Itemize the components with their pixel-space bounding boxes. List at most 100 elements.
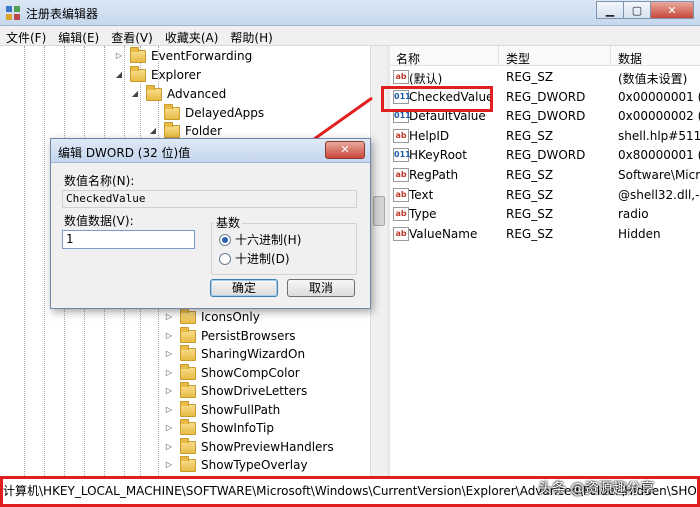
folder-icon: [180, 307, 196, 324]
value-data-cell: @shell32.dll,-30: [618, 187, 700, 202]
value-data-cell: Hidden: [618, 226, 661, 241]
minimize-button[interactable]: ▁: [596, 1, 624, 19]
menu-favorites[interactable]: 收藏夹(A): [159, 26, 225, 45]
column-header-data[interactable]: 数据: [618, 50, 642, 67]
tree-item-showtypeoverlay[interactable]: ▷ ShowTypeOverlay: [164, 455, 308, 474]
column-header-name[interactable]: 名称: [396, 50, 420, 67]
value-name-cell: RegPath: [409, 168, 459, 182]
base-label: 基数: [214, 214, 243, 231]
cancel-button[interactable]: 取消: [287, 279, 355, 297]
maximize-button[interactable]: ▢: [623, 1, 651, 19]
dialog-close-button[interactable]: ✕: [325, 141, 365, 159]
menu-edit[interactable]: 编辑(E): [52, 26, 105, 45]
tree-item-advanced[interactable]: ◢ Advanced: [130, 84, 226, 103]
tree-item-label: ShowCompColor: [201, 366, 300, 380]
collapsed-arrow-icon[interactable]: ▷: [164, 368, 174, 378]
list-row[interactable]: abText REG_SZ @shell32.dll,-30: [390, 186, 700, 206]
tree-item-eventforwarding[interactable]: ▷ EventForwarding: [114, 46, 252, 65]
folder-open-icon: [164, 121, 180, 138]
tree-item-label: ShowInfoTip: [201, 421, 275, 435]
collapsed-arrow-icon[interactable]: ▷: [164, 442, 174, 452]
menu-view[interactable]: 查看(V): [105, 26, 159, 45]
tree-item-explorer[interactable]: ◢ Explorer: [114, 65, 201, 84]
list-row[interactable]: ab ValueName REG_SZ Hidden: [390, 225, 700, 245]
expanded-arrow-icon[interactable]: ◢: [148, 126, 158, 136]
collapsed-arrow-icon[interactable]: ▷: [164, 312, 174, 322]
dialog-title-bar: 编辑 DWORD (32 位)值 ✕: [51, 139, 370, 163]
collapsed-arrow-icon[interactable]: ▷: [164, 423, 174, 433]
radio-hexadecimal[interactable]: 十六进制(H): [219, 231, 301, 248]
folder-icon: [180, 455, 196, 472]
value-name-field: CheckedValue: [62, 190, 357, 208]
tree-item-showinfotip[interactable]: ▷ ShowInfoTip: [164, 418, 275, 437]
folder-icon: [180, 363, 196, 380]
column-header-type[interactable]: 类型: [506, 50, 530, 67]
collapsed-arrow-icon[interactable]: ▷: [164, 405, 174, 415]
collapsed-arrow-icon[interactable]: ▷: [164, 331, 174, 341]
collapsed-arrow-icon[interactable]: ▷: [164, 386, 174, 396]
folder-icon: [180, 344, 196, 361]
close-button[interactable]: ✕: [650, 1, 694, 19]
value-type-cell: REG_SZ: [506, 128, 554, 143]
tree-item-showfullpath[interactable]: ▷ ShowFullPath: [164, 400, 281, 419]
title-bar: 注册表编辑器 ▁ ▢ ✕: [0, 0, 700, 26]
value-type-cell: REG_SZ: [506, 207, 554, 222]
tree-item-showcompcolor[interactable]: ▷ ShowCompColor: [164, 363, 300, 382]
list-row[interactable]: abHelpID REG_SZ shell.hlp#51105: [390, 127, 700, 147]
string-value-icon: ab: [393, 207, 409, 222]
string-value-icon: ab: [393, 226, 409, 241]
tree-guide-line: [24, 46, 25, 476]
list-row[interactable]: ab (默认) REG_SZ (数值未设置): [390, 68, 700, 88]
tree-item-label: PersistBrowsers: [201, 329, 296, 343]
folder-icon: [180, 400, 196, 417]
expanded-arrow-icon[interactable]: ◢: [114, 70, 124, 80]
ok-button[interactable]: 确定: [210, 279, 278, 297]
column-separator[interactable]: [610, 46, 611, 66]
folder-open-icon: [146, 84, 162, 101]
tree-item-label: ShowFullPath: [201, 403, 281, 417]
menu-help[interactable]: 帮助(H): [224, 26, 278, 45]
value-type-cell: REG_SZ: [506, 187, 554, 202]
collapsed-arrow-icon[interactable]: ▷: [114, 51, 124, 61]
tree-item-label: SharingWizardOn: [201, 347, 306, 361]
value-type-cell: REG_SZ: [506, 168, 554, 182]
folder-open-icon: [130, 65, 146, 82]
tree-item-showpreviewhandlers[interactable]: ▷ ShowPreviewHandlers: [164, 437, 334, 456]
tree-item-showdriveletters[interactable]: ▷ ShowDriveLetters: [164, 381, 307, 400]
radio-unselected-icon[interactable]: [219, 252, 231, 265]
expanded-arrow-icon[interactable]: ◢: [130, 89, 140, 99]
window-controls: ▁ ▢ ✕: [596, 1, 694, 19]
string-value-icon: ab: [393, 168, 409, 182]
value-name-cell: ValueName: [409, 226, 478, 241]
value-type-cell: REG_SZ: [506, 226, 554, 241]
value-name-cell: (默认): [409, 72, 443, 86]
tree-item-delayedapps[interactable]: DelayedApps: [148, 103, 264, 122]
radio-selected-icon[interactable]: [219, 233, 231, 246]
value-name-cell: HKeyRoot: [409, 148, 467, 163]
tree-item-label: IconsOnly: [201, 310, 260, 324]
list-row[interactable]: ab Type REG_SZ radio: [390, 205, 700, 225]
value-data-cell: (数值未设置): [618, 72, 688, 86]
list-row[interactable]: ab RegPath REG_SZ Software\Micro: [390, 166, 700, 186]
tree-item-iconsonly[interactable]: ▷ IconsOnly: [164, 307, 260, 326]
scrollbar-thumb[interactable]: [373, 196, 385, 226]
annotation-highlight-checkedvalue: [381, 86, 493, 112]
radio-hex-label: 十六进制(H): [235, 233, 302, 247]
watermark: 头条 @资源趣分享: [538, 481, 655, 497]
no-children-spacer: [148, 108, 158, 118]
value-data-cell: Software\Micro: [618, 168, 700, 182]
radio-decimal[interactable]: 十进制(D): [219, 250, 290, 267]
tree-item-persistbrowsers[interactable]: ▷ PersistBrowsers: [164, 326, 296, 345]
registry-editor-icon: [6, 6, 20, 20]
column-separator[interactable]: [498, 46, 499, 66]
collapsed-arrow-icon[interactable]: ▷: [164, 460, 174, 470]
value-data-cell: radio: [618, 207, 649, 222]
value-type-cell: REG_DWORD: [506, 109, 586, 124]
tree-item-sharingwizardon[interactable]: ▷ SharingWizardOn: [164, 344, 306, 363]
tree-item-label: ShowPreviewHandlers: [201, 440, 334, 454]
value-data-input[interactable]: 1: [62, 230, 195, 249]
collapsed-arrow-icon[interactable]: ▷: [164, 349, 174, 359]
menu-file[interactable]: 文件(F): [0, 26, 52, 45]
list-row[interactable]: 011HKeyRoot REG_DWORD 0x80000001 (2: [390, 146, 700, 166]
radio-dec-label: 十进制(D): [235, 252, 290, 266]
